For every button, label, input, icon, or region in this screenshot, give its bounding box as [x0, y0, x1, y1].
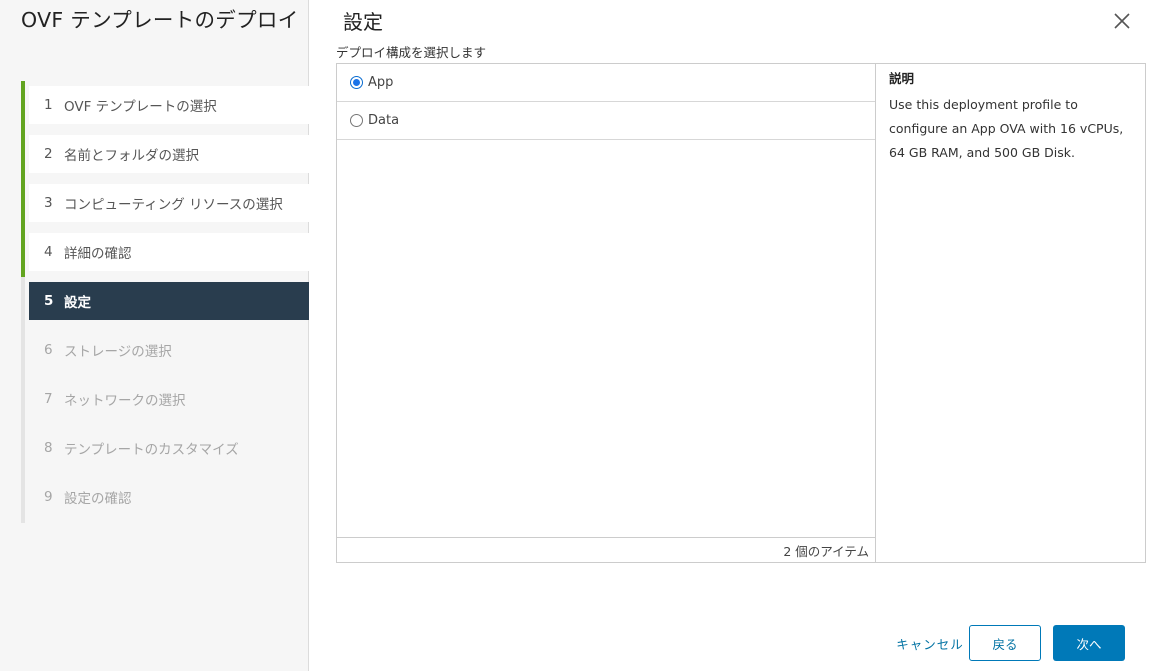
instruction-text: デプロイ構成を選択します [336, 45, 487, 60]
description-heading: 説明 [889, 71, 915, 86]
step-number: 7 [44, 391, 53, 407]
page-title: 設定 [343, 10, 383, 34]
step-number: 5 [44, 293, 54, 309]
step-label: コンピューティング リソースの選択 [64, 197, 283, 213]
option-label: Data [368, 113, 400, 128]
step-number: 3 [44, 195, 53, 211]
step-number: 1 [44, 97, 53, 113]
app-radio[interactable] [350, 76, 363, 89]
wizard-step-4[interactable]: 4 詳細の確認 [29, 233, 309, 271]
step-label: OVF テンプレートの選択 [64, 99, 217, 115]
wizard-step-3[interactable]: 3 コンピューティング リソースの選択 [29, 184, 309, 222]
configuration-list: App Data 2 個のアイテム [337, 64, 876, 562]
wizard-step-9: 9 設定の確認 [29, 478, 309, 516]
step-label: ストレージの選択 [64, 344, 172, 360]
wizard-step-6: 6 ストレージの選択 [29, 331, 309, 369]
description-text: Use this deployment profile to configure… [889, 97, 1124, 160]
config-option-app[interactable]: App [337, 64, 875, 102]
step-rail-completed [21, 81, 25, 277]
wizard-step-7: 7 ネットワークの選択 [29, 380, 309, 418]
option-label: App [368, 75, 394, 90]
wizard-step-1[interactable]: 1 OVF テンプレートの選択 [29, 86, 309, 124]
list-footer: 2 個のアイテム [337, 537, 875, 562]
close-icon [1114, 13, 1130, 29]
configuration-panel: App Data 2 個のアイテム 説明 Use this deployment… [336, 63, 1146, 563]
config-option-data[interactable]: Data [337, 102, 875, 140]
step-number: 8 [44, 440, 53, 456]
wizard-sidebar: OVF テンプレートのデプロイ 1 OVF テンプレートの選択 2 名前とフォル… [0, 0, 309, 671]
wizard-steps: 1 OVF テンプレートの選択 2 名前とフォルダの選択 3 コンピューティング… [29, 86, 309, 527]
step-number: 9 [44, 489, 53, 505]
wizard-content: 設定 デプロイ構成を選択します App Data 2 個のアイテム 説明 Use… [309, 0, 1149, 671]
ovf-deploy-wizard: OVF テンプレートのデプロイ 1 OVF テンプレートの選択 2 名前とフォル… [0, 0, 1149, 671]
item-count: 2 個のアイテム [783, 543, 869, 559]
close-button[interactable] [1111, 10, 1133, 32]
step-number: 4 [44, 244, 53, 260]
wizard-step-5[interactable]: 5 設定 [29, 282, 309, 320]
wizard-step-2[interactable]: 2 名前とフォルダの選択 [29, 135, 309, 173]
next-button[interactable]: 次へ [1053, 625, 1125, 661]
description-panel: 説明 Use this deployment profile to config… [877, 64, 1145, 562]
step-label: 設定 [64, 295, 91, 311]
back-button[interactable]: 戻る [969, 625, 1041, 661]
step-label: 名前とフォルダの選択 [64, 148, 199, 164]
step-label: 設定の確認 [64, 491, 132, 507]
wizard-step-8: 8 テンプレートのカスタマイズ [29, 429, 309, 467]
wizard-title: OVF テンプレートのデプロイ [21, 8, 299, 32]
step-label: ネットワークの選択 [64, 393, 186, 409]
step-number: 6 [44, 342, 53, 358]
cancel-button[interactable]: キャンセル [882, 625, 978, 661]
step-number: 2 [44, 146, 53, 162]
step-label: 詳細の確認 [64, 246, 132, 262]
step-label: テンプレートのカスタマイズ [64, 442, 239, 458]
data-radio[interactable] [350, 114, 363, 127]
